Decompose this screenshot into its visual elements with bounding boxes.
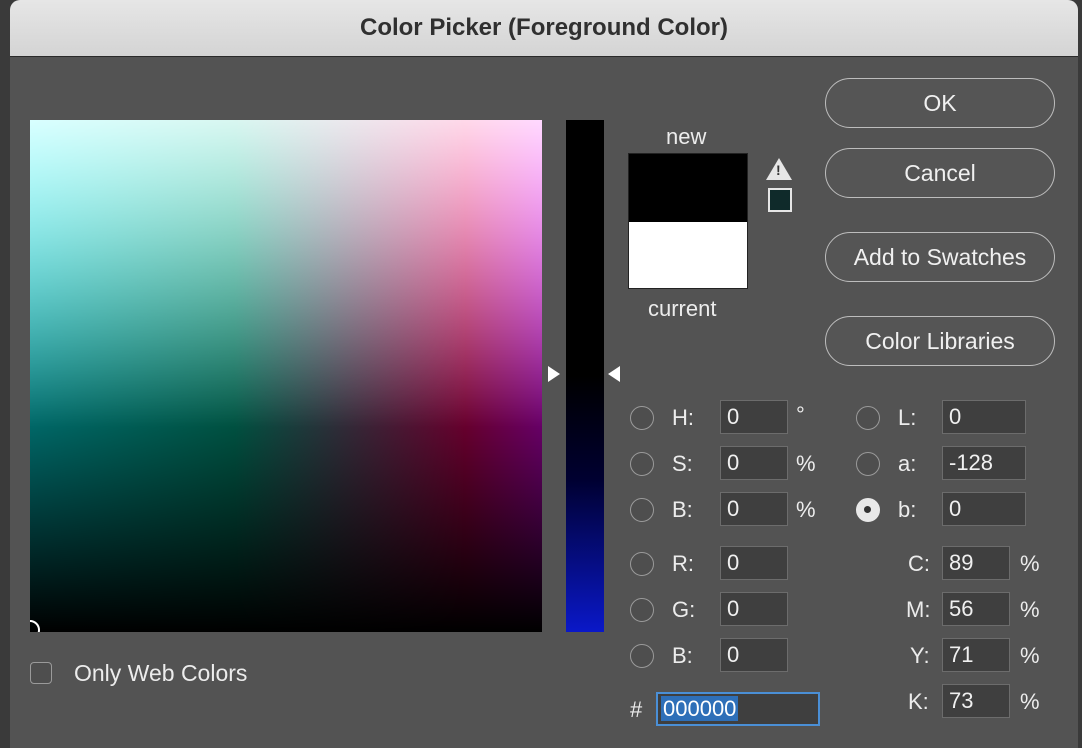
l-input[interactable]: 0 (942, 400, 1026, 434)
radio-a[interactable] (856, 452, 880, 476)
dialog-title: Color Picker (Foreground Color) (10, 0, 1078, 57)
k-unit: % (1020, 689, 1040, 714)
y-label: Y: (910, 643, 930, 668)
color-field[interactable] (30, 120, 542, 632)
add-to-swatches-button[interactable]: Add to Swatches (825, 232, 1055, 282)
current-color-swatch[interactable] (629, 222, 747, 288)
m-unit: % (1020, 597, 1040, 622)
color-field-marker[interactable] (30, 620, 40, 632)
radio-b-lab[interactable] (856, 498, 880, 522)
g-input[interactable]: 0 (720, 592, 788, 626)
y-input[interactable]: 71 (942, 638, 1010, 672)
color-swatch-preview (628, 153, 748, 289)
hex-prefix: # (630, 697, 643, 722)
blue-input[interactable]: 0 (720, 638, 788, 672)
ok-button[interactable]: OK (825, 78, 1055, 128)
blue-label: B: (672, 643, 693, 668)
k-label: K: (908, 689, 929, 714)
only-web-colors-label[interactable]: Only Web Colors (74, 660, 247, 687)
h-input[interactable]: 0 (720, 400, 788, 434)
radio-r[interactable] (630, 552, 654, 576)
r-input[interactable]: 0 (720, 546, 788, 580)
color-picker-dialog: Color Picker (Foreground Color) new curr… (10, 0, 1078, 748)
warning-triangle-icon[interactable]: ! (766, 158, 792, 180)
c-input[interactable]: 89 (942, 546, 1010, 580)
current-label: current (648, 296, 717, 321)
hex-input[interactable]: 000000 (656, 692, 820, 726)
a-label: a: (898, 451, 917, 476)
slider-handle-left-icon[interactable] (548, 366, 560, 382)
m-input[interactable]: 56 (942, 592, 1010, 626)
brightness-input[interactable]: 0 (720, 492, 788, 526)
radio-h[interactable] (630, 406, 654, 430)
c-label: C: (908, 551, 930, 576)
brightness-unit: % (796, 497, 816, 522)
g-label: G: (672, 597, 696, 622)
radio-blue[interactable] (630, 644, 654, 668)
new-label: new (666, 124, 707, 149)
brightness-label: B: (672, 497, 693, 522)
color-libraries-button[interactable]: Color Libraries (825, 316, 1055, 366)
color-slider[interactable] (566, 120, 604, 632)
h-unit: ° (796, 402, 805, 427)
r-label: R: (672, 551, 694, 576)
l-label: L: (898, 405, 917, 430)
s-label: S: (672, 451, 693, 476)
slider-handle-right-icon[interactable] (608, 366, 620, 382)
cancel-button[interactable]: Cancel (825, 148, 1055, 198)
k-input[interactable]: 73 (942, 684, 1010, 718)
a-input[interactable]: -128 (942, 446, 1026, 480)
web-safe-color-swatch[interactable] (768, 188, 792, 212)
radio-brightness[interactable] (630, 498, 654, 522)
new-color-swatch (629, 154, 747, 222)
c-unit: % (1020, 551, 1040, 576)
radio-s[interactable] (630, 452, 654, 476)
b-lab-input[interactable]: 0 (942, 492, 1026, 526)
radio-l[interactable] (856, 406, 880, 430)
y-unit: % (1020, 643, 1040, 668)
hex-value: 000000 (661, 696, 739, 721)
m-label: M: (906, 597, 931, 622)
b-lab-label: b: (898, 497, 917, 522)
only-web-colors-checkbox[interactable] (30, 662, 52, 684)
s-input[interactable]: 0 (720, 446, 788, 480)
h-label: H: (672, 405, 694, 430)
radio-g[interactable] (630, 598, 654, 622)
s-unit: % (796, 451, 816, 476)
